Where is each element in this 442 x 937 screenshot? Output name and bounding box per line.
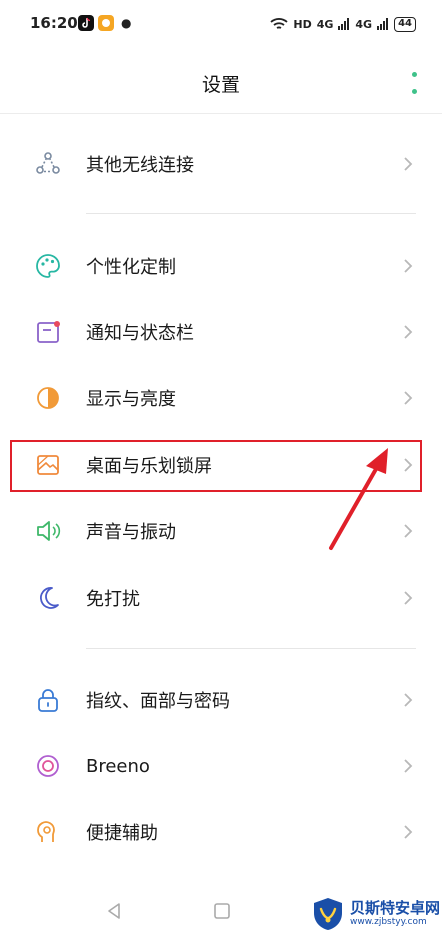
settings-item-label: 指纹、面部与密码 <box>86 691 230 712</box>
notification-icon <box>34 318 62 346</box>
wifi-icon <box>270 18 288 29</box>
settings-item-label: 其他无线连接 <box>86 155 194 176</box>
hd-label: HD <box>293 17 312 31</box>
settings-item-label: 声音与振动 <box>86 522 176 543</box>
chevron-right-icon <box>404 591 413 605</box>
settings-item-label: 个性化定制 <box>86 257 176 278</box>
settings-item-label: 通知与状态栏 <box>86 323 194 344</box>
menu-dot-icon <box>411 72 417 77</box>
settings-item-label: 便捷辅助 <box>86 823 158 844</box>
settings-item-do-not-disturb[interactable]: 免打扰 <box>0 567 442 629</box>
settings-item-label: 显示与亮度 <box>86 389 176 410</box>
chevron-right-icon <box>404 325 413 339</box>
chevron-right-icon <box>404 825 413 839</box>
home-button[interactable] <box>213 902 231 920</box>
settings-item-personalization[interactable]: 个性化定制 <box>0 235 442 297</box>
settings-item-wireless[interactable]: 其他无线连接 <box>0 133 442 195</box>
settings-item-assist[interactable]: 便捷辅助 <box>0 801 442 863</box>
signal-1-label: 4G <box>316 17 334 31</box>
watermark-shield-icon <box>314 897 342 930</box>
back-button[interactable] <box>105 902 123 920</box>
watermark-name: 贝斯特安卓网 <box>350 898 441 917</box>
settings-item-label: 免打扰 <box>86 589 140 610</box>
signal-bars-icon <box>377 18 389 30</box>
battery-indicator: 44 <box>394 16 416 32</box>
settings-item-security[interactable]: 指纹、面部与密码 <box>0 669 442 731</box>
speaker-icon <box>34 517 62 545</box>
watermark-logo: 贝斯特安卓网 www.zjbstyy.com <box>310 890 442 937</box>
signal-2-label: 4G <box>355 17 373 31</box>
status-bar: 16:20 ● HD 4G 4G 44 <box>0 0 442 50</box>
settings-item-breeno[interactable]: Breeno <box>0 735 442 797</box>
settings-item-sound[interactable]: 声音与振动 <box>0 500 442 562</box>
chevron-right-icon <box>404 157 413 171</box>
watermark-url: www.zjbstyy.com <box>350 916 427 927</box>
chevron-right-icon <box>404 759 413 773</box>
chevron-right-icon <box>404 259 413 273</box>
lock-icon <box>34 686 62 714</box>
section-divider <box>86 648 416 649</box>
tiktok-icon <box>78 15 94 31</box>
palette-icon <box>34 252 62 280</box>
menu-dot-icon <box>411 89 417 94</box>
chevron-right-icon <box>404 391 413 405</box>
page-title: 设置 <box>201 74 240 96</box>
signal-bars-icon <box>338 18 350 30</box>
moon-icon <box>34 584 62 612</box>
status-indicators: HD 4G 4G 44 <box>270 14 416 34</box>
chevron-right-icon <box>404 524 413 538</box>
highlight-box <box>10 440 422 492</box>
status-time: 16:20 <box>30 14 78 32</box>
breeno-icon <box>34 752 62 780</box>
chevron-right-icon <box>404 693 413 707</box>
more-options-button[interactable] <box>406 70 422 96</box>
header: 设置 <box>0 50 442 114</box>
settings-item-label: Breeno <box>86 755 150 777</box>
section-divider <box>86 213 416 214</box>
share-nodes-icon <box>34 150 62 178</box>
more-notifications-dot: ● <box>121 16 132 30</box>
brightness-icon <box>34 384 62 412</box>
app-notification-icon <box>98 15 114 31</box>
settings-item-notifications[interactable]: 通知与状态栏 <box>0 301 442 363</box>
settings-item-display[interactable]: 显示与亮度 <box>0 367 442 429</box>
assist-icon <box>34 818 62 846</box>
